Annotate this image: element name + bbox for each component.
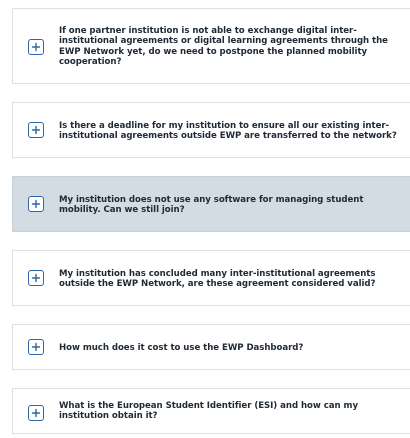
faq-question-text: My institution does not use any software… bbox=[59, 195, 364, 216]
faq-question-text: My institution has concluded many inter-… bbox=[59, 269, 376, 290]
faq-accordion: If one partner institution is not able t… bbox=[0, 0, 410, 438]
faq-item-transfer-deadline[interactable]: Is there a deadline for my institution t… bbox=[12, 102, 410, 158]
expand-plus-icon[interactable] bbox=[28, 122, 44, 138]
expand-plus-icon[interactable] bbox=[28, 39, 44, 55]
expand-plus-icon[interactable] bbox=[28, 270, 44, 286]
faq-item-no-software[interactable]: My institution does not use any software… bbox=[12, 176, 410, 232]
faq-item-dashboard-cost[interactable]: How much does it cost to use the EWP Das… bbox=[12, 324, 410, 370]
faq-item-agreements-validity[interactable]: My institution has concluded many inter-… bbox=[12, 250, 410, 306]
faq-item-postpone-mobility[interactable]: If one partner institution is not able t… bbox=[12, 8, 410, 84]
faq-question-text: If one partner institution is not able t… bbox=[59, 26, 388, 68]
expand-plus-icon[interactable] bbox=[28, 339, 44, 355]
faq-question-text: Is there a deadline for my institution t… bbox=[59, 121, 397, 142]
faq-item-esi[interactable]: What is the European Student Identifier … bbox=[12, 388, 410, 434]
faq-question-text: What is the European Student Identifier … bbox=[59, 401, 358, 422]
expand-plus-icon[interactable] bbox=[28, 405, 44, 421]
expand-plus-icon[interactable] bbox=[28, 196, 44, 212]
faq-question-text: How much does it cost to use the EWP Das… bbox=[59, 343, 304, 353]
